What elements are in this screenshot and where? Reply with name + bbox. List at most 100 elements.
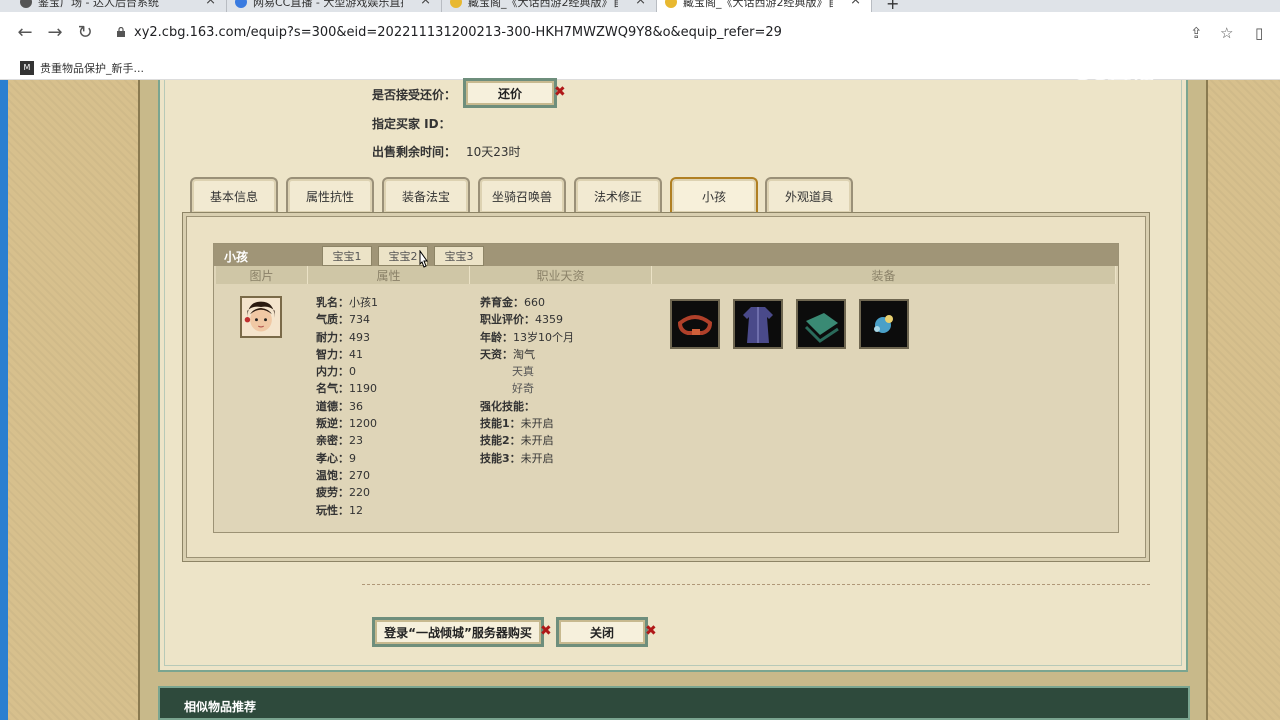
attribute-value: 1190: [349, 382, 377, 396]
share-icon[interactable]: ⇪: [1190, 24, 1203, 42]
career-row: 技能2：未开启: [480, 432, 574, 449]
cloth-icon: [804, 313, 839, 343]
subtab-baby-1[interactable]: 宝宝1: [322, 246, 372, 266]
attribute-value: 734: [349, 313, 370, 327]
forward-arrow-icon[interactable]: →: [44, 22, 66, 44]
career-row: 职业评价：4359: [480, 311, 574, 328]
attribute-row: 叛逆：1200: [316, 415, 378, 432]
career-row: 强化技能：: [480, 398, 574, 415]
career-key: 养育金：: [480, 296, 524, 309]
attribute-key: 玩性：: [316, 503, 349, 517]
attribute-row: 道德：36: [316, 398, 378, 415]
bookmark-star-icon[interactable]: ☆: [1220, 24, 1233, 42]
attribute-key: 耐力：: [316, 330, 349, 344]
time-left-value: 10天23时: [466, 145, 521, 159]
tab-attributes[interactable]: 属性抗性: [286, 177, 374, 213]
attribute-key: 温饱：: [316, 468, 349, 482]
attribute-key: 道德：: [316, 399, 349, 413]
browser-tab-3[interactable]: 藏宝阁_《大话西游2经典版》官 ×: [442, 0, 657, 12]
attribute-key: 乳名：: [316, 296, 349, 309]
attribute-value: 1200: [349, 417, 377, 431]
attribute-row: 亲密：23: [316, 432, 378, 449]
url-text: xy2.cbg.163.com/equip?s=300&eid=20221113…: [134, 25, 782, 40]
tab-favicon-icon: [450, 0, 462, 8]
attribute-key: 亲密：: [316, 434, 349, 448]
attribute-value: 23: [349, 434, 363, 448]
career-key: 年龄：: [480, 330, 513, 344]
col-attributes: 属性: [308, 266, 470, 284]
browser-tab-2[interactable]: 网易CC直播 - 大型游戏娱乐直播 ×: [227, 0, 442, 12]
tab-child[interactable]: 小孩: [670, 177, 758, 213]
attribute-row: 乳名：小孩1: [316, 294, 378, 311]
child-subpanel: 小孩 宝宝1 宝宝2 宝宝3 图片 属性 职业天资 装备 乳名：小孩1 气质：73…: [213, 243, 1119, 533]
counter-offer-button[interactable]: 还价: [463, 78, 557, 108]
close-x-icon: ✖: [540, 623, 552, 639]
subtab-baby-3[interactable]: 宝宝3: [434, 246, 484, 266]
career-key: 技能2：: [480, 434, 521, 448]
equipment-slot-cloth[interactable]: [796, 299, 846, 349]
career-row: 年龄：13岁10个月: [480, 329, 574, 346]
attribute-value: 36: [349, 399, 363, 413]
tab-close-icon[interactable]: ×: [205, 0, 216, 8]
col-equipment: 装备: [652, 266, 1116, 284]
career-key: 技能1：: [480, 417, 521, 431]
attribute-row: 玩性：12: [316, 502, 378, 519]
tab-mounts[interactable]: 坐骑召唤兽: [478, 177, 566, 213]
tab-close-icon[interactable]: ×: [635, 0, 646, 8]
tab-appearance[interactable]: 外观道具: [765, 177, 853, 213]
career-row: 天资：淘气: [480, 346, 574, 363]
attribute-value: 41: [349, 347, 363, 361]
career-value: 未开启: [520, 417, 554, 431]
attribute-key: 内力：: [316, 365, 349, 379]
reload-icon[interactable]: ↻: [74, 22, 96, 44]
login-buy-button[interactable]: 登录“一战倾城”服务器购买: [372, 617, 544, 647]
tab-basic-info[interactable]: 基本信息: [190, 177, 278, 213]
tab-favicon-icon: [20, 0, 32, 8]
sidebar-icon[interactable]: ▯: [1255, 24, 1263, 42]
similar-items-bar: 相似物品推荐: [158, 686, 1190, 720]
attribute-key: 叛逆：: [316, 417, 349, 431]
time-left-row: 出售剩余时间： 10天23时: [372, 145, 521, 159]
attribute-row: 疲劳：220: [316, 484, 378, 501]
tab-close-icon[interactable]: ×: [850, 0, 861, 8]
attribute-key: 疲劳：: [316, 486, 349, 500]
career-value: 未开启: [520, 451, 554, 465]
accept-counter-label: 是否接受还价：: [372, 88, 457, 102]
close-button[interactable]: 关闭: [556, 617, 648, 647]
career-row: 养育金：660: [480, 294, 574, 311]
attribute-value: 493: [349, 330, 370, 344]
career-key: 强化技能：: [480, 399, 535, 413]
attribute-value: 270: [349, 468, 370, 482]
career-row: 技能3：未开启: [480, 450, 574, 467]
belt-icon: [677, 315, 713, 335]
attribute-row: 气质：734: [316, 311, 378, 328]
tab-favicon-icon: [665, 0, 677, 8]
close-x-icon: ✖: [554, 84, 566, 100]
address-bar[interactable]: xy2.cbg.163.com/equip?s=300&eid=20221113…: [104, 19, 1244, 47]
tab-favicon-icon: [235, 0, 247, 8]
attribute-value: 220: [349, 486, 370, 500]
attribute-row: 孝心：9: [316, 450, 378, 467]
tab-close-icon[interactable]: ×: [420, 0, 431, 8]
attribute-list: 乳名：小孩1 气质：734 耐力：493 智力：41 内力：0 名气：1190 道德：36 叛…: [316, 294, 378, 519]
tab-equipment[interactable]: 装备法宝: [382, 177, 470, 213]
attribute-row: 耐力：493: [316, 329, 378, 346]
bookmark-item[interactable]: M 贵重物品保护_新手...: [20, 60, 144, 76]
career-row: 好奇: [480, 380, 574, 397]
browser-tab-4[interactable]: 藏宝阁_《大话西游2经典版》官 ×: [657, 0, 872, 12]
equipment-slot-robe[interactable]: [733, 299, 783, 349]
attribute-value: 0: [349, 365, 356, 379]
equipment-slot-belt[interactable]: [670, 299, 720, 349]
back-arrow-icon[interactable]: ←: [14, 22, 36, 44]
attribute-row: 内力：0: [316, 363, 378, 380]
attribute-row: 智力：41: [316, 346, 378, 363]
attribute-value: 12: [349, 503, 363, 517]
career-value: 660: [524, 296, 545, 309]
tab-spell-fix[interactable]: 法术修正: [574, 177, 662, 213]
equipment-slot-charm[interactable]: [859, 299, 909, 349]
attribute-row: 名气：1190: [316, 380, 378, 397]
browser-tab-1[interactable]: 鉴宝广场 - 达人后台系统 ×: [12, 0, 227, 12]
col-career: 职业天资: [470, 266, 652, 284]
new-tab-icon[interactable]: +: [886, 0, 899, 12]
close-x-icon: ✖: [645, 623, 657, 639]
